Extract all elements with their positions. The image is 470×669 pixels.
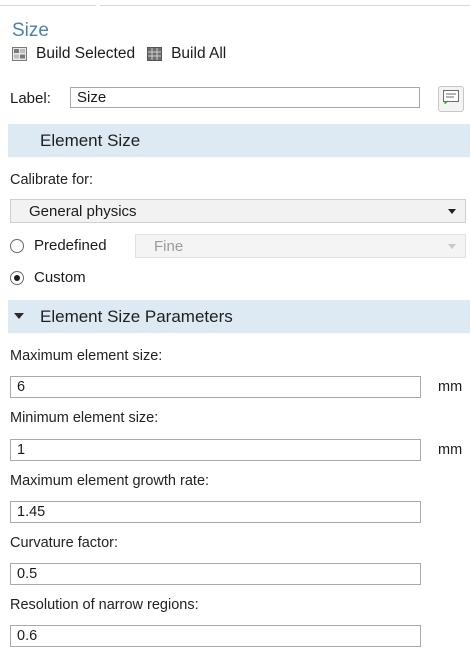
growth-rate-label: Maximum element growth rate: <box>10 473 210 489</box>
parameters-heading: Element Size Parameters <box>40 306 233 326</box>
build-all-button[interactable]: Build All <box>147 45 226 63</box>
custom-label: Custom <box>34 269 86 286</box>
predefined-radio[interactable] <box>10 238 24 253</box>
max-element-size-label: Maximum element size: <box>10 348 163 364</box>
parameters-section-header[interactable]: Element Size Parameters <box>8 300 470 333</box>
build-all-icon <box>147 47 163 61</box>
curvature-factor-label: Curvature factor: <box>10 535 118 551</box>
max-element-size-input[interactable]: 6 <box>10 376 421 398</box>
label-caption: Label: <box>10 89 51 107</box>
tab-edge-left <box>0 0 96 6</box>
tab-edge-right <box>100 0 470 6</box>
narrow-regions-input[interactable]: 0.6 <box>10 625 421 647</box>
toolbar: Build Selected Build All <box>12 45 238 63</box>
chevron-down-icon <box>448 209 456 214</box>
label-action-button[interactable] <box>438 86 464 112</box>
predefined-option[interactable]: Predefined <box>10 237 107 254</box>
label-input[interactable]: Size <box>70 87 420 108</box>
build-selected-button[interactable]: Build Selected <box>12 45 135 63</box>
narrow-regions-label: Resolution of narrow regions: <box>10 597 199 613</box>
top-tab-strip <box>0 0 470 6</box>
calibrate-value: General physics <box>29 202 137 220</box>
build-selected-icon <box>12 47 27 61</box>
page-title: Size <box>12 20 49 41</box>
predefined-value: Fine <box>154 237 184 255</box>
build-selected-label: Build Selected <box>36 45 136 62</box>
label-edit-icon <box>443 89 459 109</box>
min-element-size-input[interactable]: 1 <box>10 439 421 461</box>
min-element-size-unit: mm <box>438 442 463 458</box>
predefined-label: Predefined <box>34 237 107 254</box>
element-size-section-header: Element Size <box>8 124 470 157</box>
element-size-heading: Element Size <box>40 130 141 150</box>
custom-option[interactable]: Custom <box>10 269 86 286</box>
max-element-size-unit: mm <box>438 379 463 395</box>
custom-radio[interactable] <box>10 270 24 285</box>
growth-rate-input[interactable]: 1.45 <box>10 501 421 523</box>
chevron-down-icon <box>448 244 456 249</box>
curvature-factor-input[interactable]: 0.5 <box>10 563 421 585</box>
predefined-select: Fine <box>135 234 466 258</box>
chevron-down-icon <box>14 313 24 319</box>
build-all-label: Build All <box>171 45 227 62</box>
calibrate-label: Calibrate for: <box>10 172 94 188</box>
min-element-size-label: Minimum element size: <box>10 410 159 426</box>
calibrate-select[interactable]: General physics <box>10 199 466 223</box>
